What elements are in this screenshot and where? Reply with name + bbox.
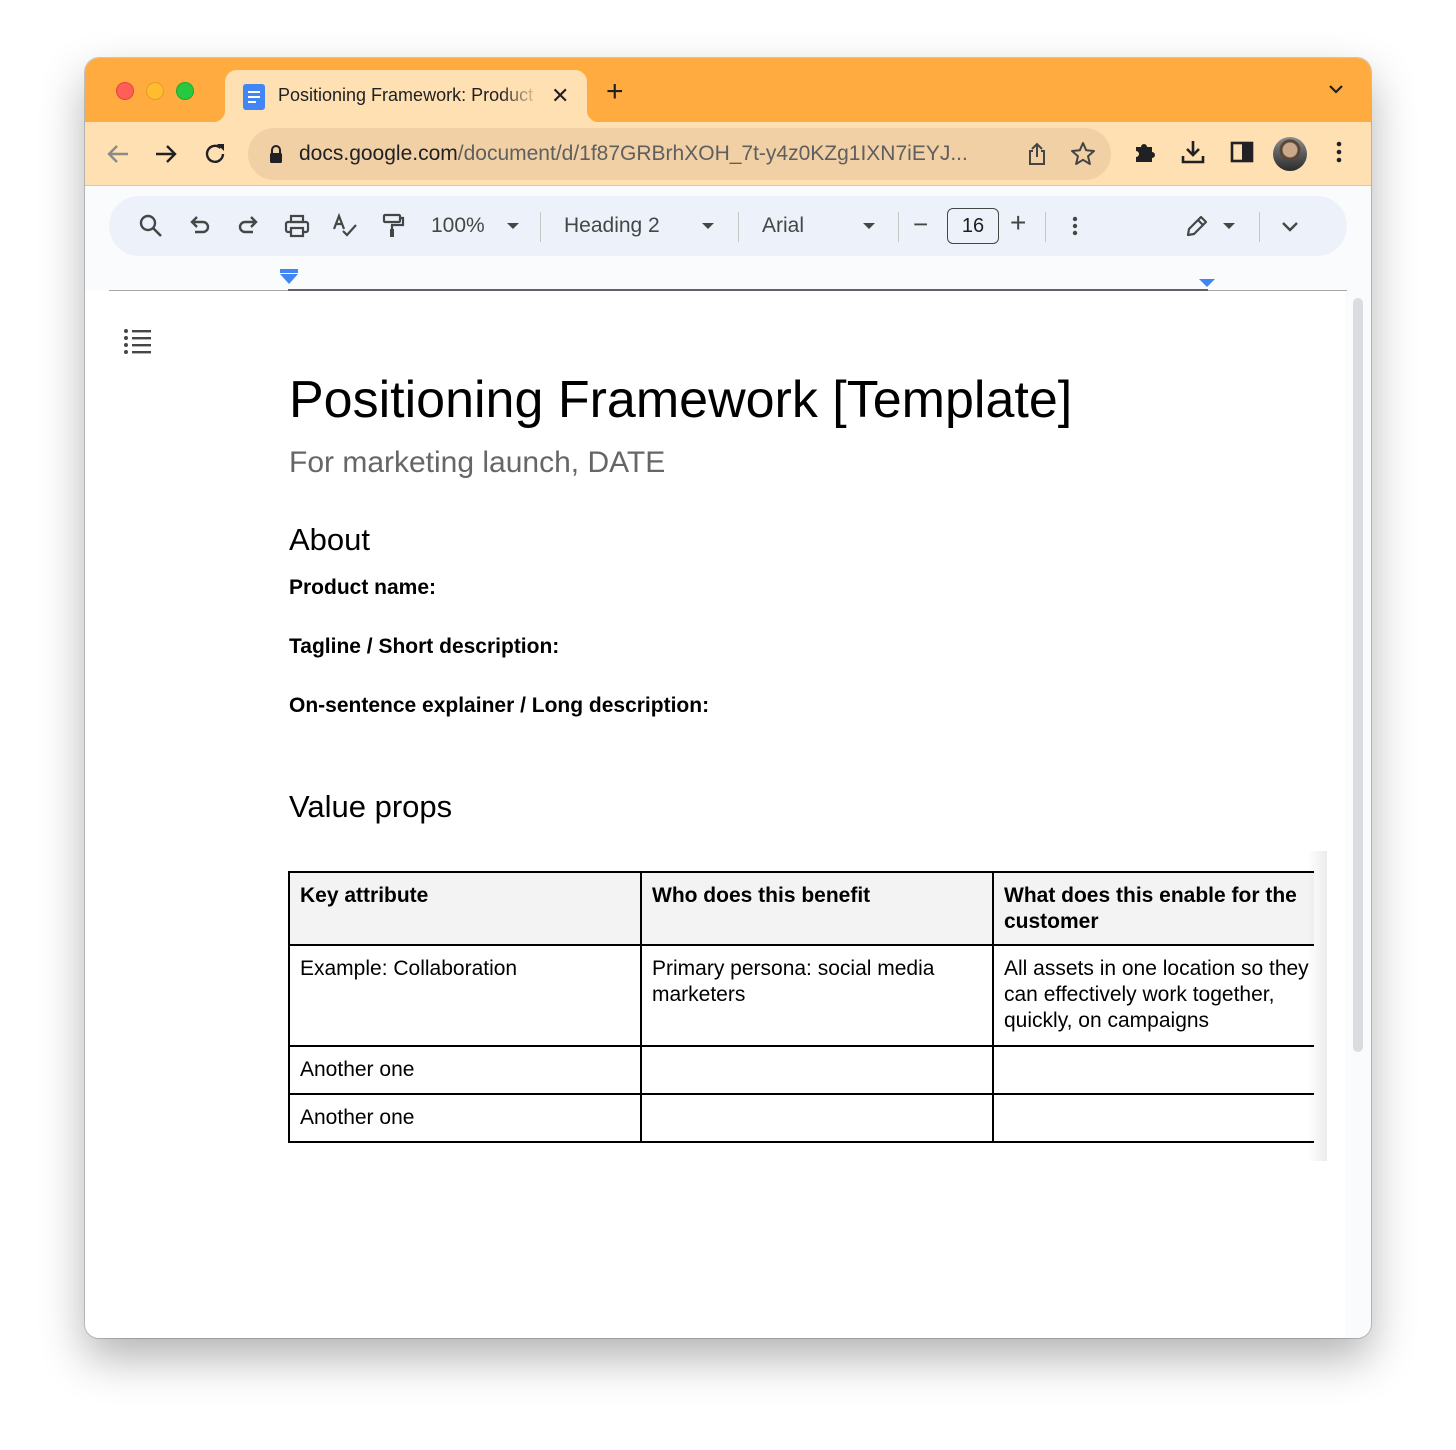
table-row: Example: Collaboration Primary persona: … [288,944,1314,1047]
hide-menus-chevron-icon[interactable] [1276,212,1304,240]
first-line-indent-marker[interactable] [280,269,298,273]
omnibox[interactable]: docs.google.com/document/d/1f87GRBrhXOH_… [248,128,1111,180]
zoom-dropdown-icon[interactable] [507,223,519,229]
document-subtitle[interactable]: For marketing launch, DATE [289,446,665,480]
field-tagline[interactable]: Tagline / Short description: [289,635,559,659]
decrease-font-size-button[interactable]: − [913,210,928,238]
back-arrow-icon[interactable] [104,140,132,168]
left-indent-marker[interactable] [280,274,298,284]
table-cell[interactable]: Primary persona: social media marketers [640,944,994,1047]
table-cell[interactable]: All assets in one location so they can e… [992,944,1314,1047]
increase-font-size-button[interactable]: + [1010,209,1026,237]
address-toolbar: docs.google.com/document/d/1f87GRBrhXOH_… [85,122,1371,186]
paint-format-icon[interactable] [379,212,407,240]
table-header-cell[interactable]: Key attribute [288,871,642,946]
tab-close-icon[interactable]: ✕ [551,83,569,109]
toolbar-separator [540,212,541,242]
font-dropdown-icon[interactable] [863,223,875,229]
document-page[interactable] [85,291,1345,1338]
share-icon[interactable] [1025,141,1049,167]
vertical-scrollbar[interactable] [1353,298,1363,1052]
document-outline-icon[interactable] [123,328,153,354]
table-row: Another one [288,1093,1314,1143]
undo-icon[interactable] [186,212,214,240]
toolbar-separator [1259,212,1260,242]
lock-icon[interactable] [268,144,284,164]
google-docs-icon [243,84,265,110]
search-menus-icon[interactable] [137,212,165,240]
table-header-row: Key attribute Who does this benefit What… [288,871,1314,946]
tab-strip: Positioning Framework: Product Marketing… [85,58,1371,122]
bookmark-star-icon[interactable] [1070,141,1096,167]
side-panel-icon[interactable] [1228,138,1256,166]
url-text[interactable]: docs.google.com/document/d/1f87GRBrhXOH_… [299,142,968,166]
heading-value-props[interactable]: Value props [289,789,452,825]
url-path: /document/d/1f87GRBrhXOH_7t-y4z0KZg1IXN7… [457,142,968,165]
new-tab-button[interactable]: + [606,76,624,108]
table-cell[interactable]: Example: Collaboration [288,944,642,1047]
right-indent-marker[interactable] [1199,279,1215,287]
field-explainer[interactable]: On-sentence explainer / Long description… [289,694,709,718]
table-cell[interactable] [640,1045,994,1095]
table-cell[interactable]: Another one [288,1045,642,1095]
close-window-button[interactable] [116,82,134,100]
table-overflow-shadow [1307,851,1327,1161]
toolbar-separator [738,212,739,242]
browser-window: Positioning Framework: Product Marketing… [85,58,1371,1338]
download-icon[interactable] [1179,138,1207,166]
url-host: docs.google.com [299,142,458,165]
spelling-check-icon[interactable] [331,212,359,240]
table-row: Another one [288,1045,1314,1095]
browser-menu-icon[interactable] [1325,138,1353,166]
tab-search-chevron-icon[interactable] [1327,82,1345,96]
font-size-input[interactable]: 16 [947,208,999,244]
table-header-cell[interactable]: What does this enable for the customer [992,871,1314,946]
editing-mode-dropdown-icon[interactable] [1223,223,1235,229]
table-cell[interactable] [992,1045,1314,1095]
active-tab[interactable]: Positioning Framework: Product Marketing… [213,70,599,122]
value-props-table: Key attribute Who does this benefit What… [288,871,1314,1163]
fullscreen-window-button[interactable] [176,82,194,100]
document-title[interactable]: Positioning Framework [Template] [289,370,1072,430]
paragraph-style-select[interactable]: Heading 2 [564,212,660,240]
profile-avatar[interactable] [1273,137,1307,171]
field-product-name[interactable]: Product name: [289,576,436,600]
table-cell[interactable]: Another one [288,1093,642,1143]
font-select[interactable]: Arial [762,212,804,240]
print-icon[interactable] [283,212,311,240]
forward-arrow-icon[interactable] [152,140,180,168]
extensions-puzzle-icon[interactable] [1131,138,1159,166]
toolbar-separator [1045,212,1046,242]
toolbar-separator [898,212,899,242]
style-dropdown-icon[interactable] [702,223,714,229]
minimize-window-button[interactable] [146,82,164,100]
tab-title: Positioning Framework: Product Marketing… [278,85,540,105]
more-options-icon[interactable] [1061,212,1089,240]
table-cell[interactable] [640,1093,994,1143]
reload-icon[interactable] [201,140,229,168]
table-cell[interactable] [992,1093,1314,1143]
zoom-select[interactable]: 100% [431,212,485,240]
table-header-cell[interactable]: Who does this benefit [640,871,994,946]
docs-toolbar: 100% Heading 2 Arial − 16 + [109,196,1347,256]
heading-about[interactable]: About [289,522,370,558]
editing-mode-pencil-icon[interactable] [1183,212,1211,240]
redo-icon[interactable] [234,212,262,240]
